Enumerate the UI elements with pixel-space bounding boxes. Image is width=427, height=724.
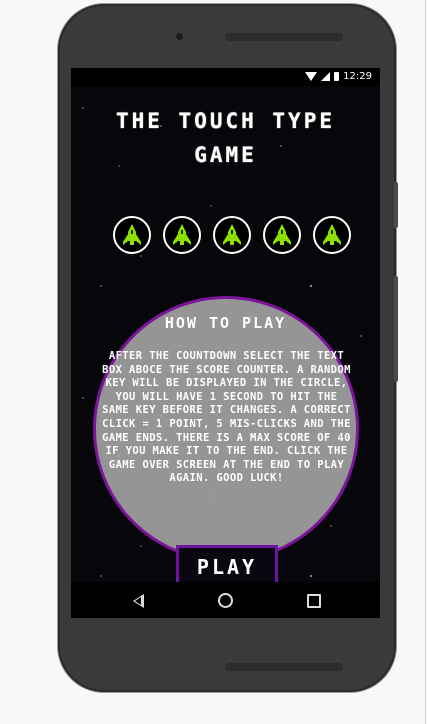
phone-screen: 12:29 THE TOUCH TYPE GAME HOW TO PLAY AF… [71,68,380,618]
life-ship [263,216,301,254]
how-to-play-heading: HOW TO PLAY [164,314,287,332]
life-ship [113,216,151,254]
spaceship-icon [223,224,241,245]
status-time: 12:29 [343,71,372,82]
spaceship-icon [323,224,341,245]
status-icons: 12:29 [305,71,372,82]
life-ship [213,216,251,254]
spaceship-icon [173,224,191,245]
game-area: THE TOUCH TYPE GAME HOW TO PLAY AFTER TH… [71,86,380,582]
play-button[interactable]: PLAY [176,545,278,582]
android-nav-bar [71,582,380,618]
spaceship-icon [123,224,141,245]
volume-button[interactable] [394,276,398,382]
game-title-line1: THE TOUCH TYPE [115,109,335,133]
lives-row [113,216,351,254]
back-icon[interactable] [133,594,144,608]
wifi-icon [305,72,318,81]
game-title-line2: GAME [194,143,257,167]
recent-apps-icon[interactable] [307,594,321,608]
how-to-play-text: AFTER THE COUNTDOWN SELECT THE TEXT BOX … [102,350,351,485]
camera [176,33,183,40]
life-ship [313,216,351,254]
spaceship-icon [273,224,291,245]
home-icon[interactable] [218,593,233,608]
game-title: THE TOUCH TYPE GAME [71,104,380,172]
life-ship [163,216,201,254]
top-speaker [225,33,343,41]
cell-signal-icon [321,72,331,81]
page-edge [425,0,426,724]
status-bar: 12:29 [71,68,380,86]
bottom-speaker [225,663,343,671]
battery-icon [334,72,340,81]
power-button[interactable] [394,182,398,228]
